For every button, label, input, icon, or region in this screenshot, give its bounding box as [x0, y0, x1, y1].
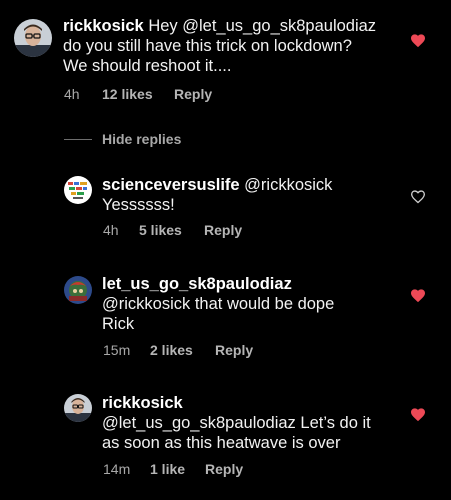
- comment-likes[interactable]: 12 likes: [102, 86, 174, 102]
- avatar[interactable]: [64, 276, 92, 304]
- comment-time: 4h: [64, 86, 80, 102]
- heart-filled-icon[interactable]: [410, 407, 426, 422]
- heart-outline-icon[interactable]: [410, 189, 426, 204]
- comment-username[interactable]: rickkosick: [63, 17, 144, 35]
- comment-text: Hey @let_us_go_sk8paulodiaz: [148, 17, 377, 35]
- heart-filled-icon[interactable]: [410, 288, 426, 303]
- reply-text: as soon as this heatwave is over: [102, 434, 341, 452]
- reply-text: Yessssss!: [102, 196, 175, 214]
- reply-likes[interactable]: 5 likes: [139, 222, 204, 238]
- reply-text: @let_us_go_sk8paulodiaz Let’s do it: [102, 414, 371, 432]
- reply-time: 14m: [103, 461, 131, 477]
- reply-username[interactable]: scienceversuslife: [102, 176, 240, 194]
- divider-line: [64, 138, 92, 140]
- reply-username[interactable]: rickkosick: [102, 394, 183, 412]
- reply-text: @rickkosick that would be dope: [102, 295, 335, 313]
- reply-button[interactable]: Reply: [205, 461, 243, 477]
- comments-screen: rickkosick Hey @let_us_go_sk8paulodiaz d…: [0, 0, 451, 500]
- avatar[interactable]: [14, 19, 52, 57]
- reply-time: 4h: [103, 222, 119, 238]
- reply-text: @rickkosick: [239, 176, 333, 194]
- reply-button[interactable]: Reply: [174, 86, 212, 102]
- hide-replies-button[interactable]: Hide replies: [64, 129, 181, 149]
- avatar[interactable]: [64, 394, 92, 422]
- reply-username[interactable]: let_us_go_sk8paulodiaz: [102, 275, 292, 293]
- reply-likes[interactable]: 1 like: [150, 461, 205, 477]
- hide-replies-label: Hide replies: [102, 131, 182, 147]
- reply-button[interactable]: Reply: [204, 222, 242, 238]
- reply-likes[interactable]: 2 likes: [150, 342, 215, 358]
- avatar[interactable]: [64, 176, 92, 204]
- reply-time: 15m: [103, 342, 131, 358]
- reply-text: Rick: [102, 315, 135, 333]
- comment-text: We should reshoot it....: [63, 57, 232, 75]
- heart-filled-icon[interactable]: [410, 33, 426, 48]
- reply-button[interactable]: Reply: [215, 342, 253, 358]
- comment-text: do you still have this trick on lockdown…: [63, 37, 352, 55]
